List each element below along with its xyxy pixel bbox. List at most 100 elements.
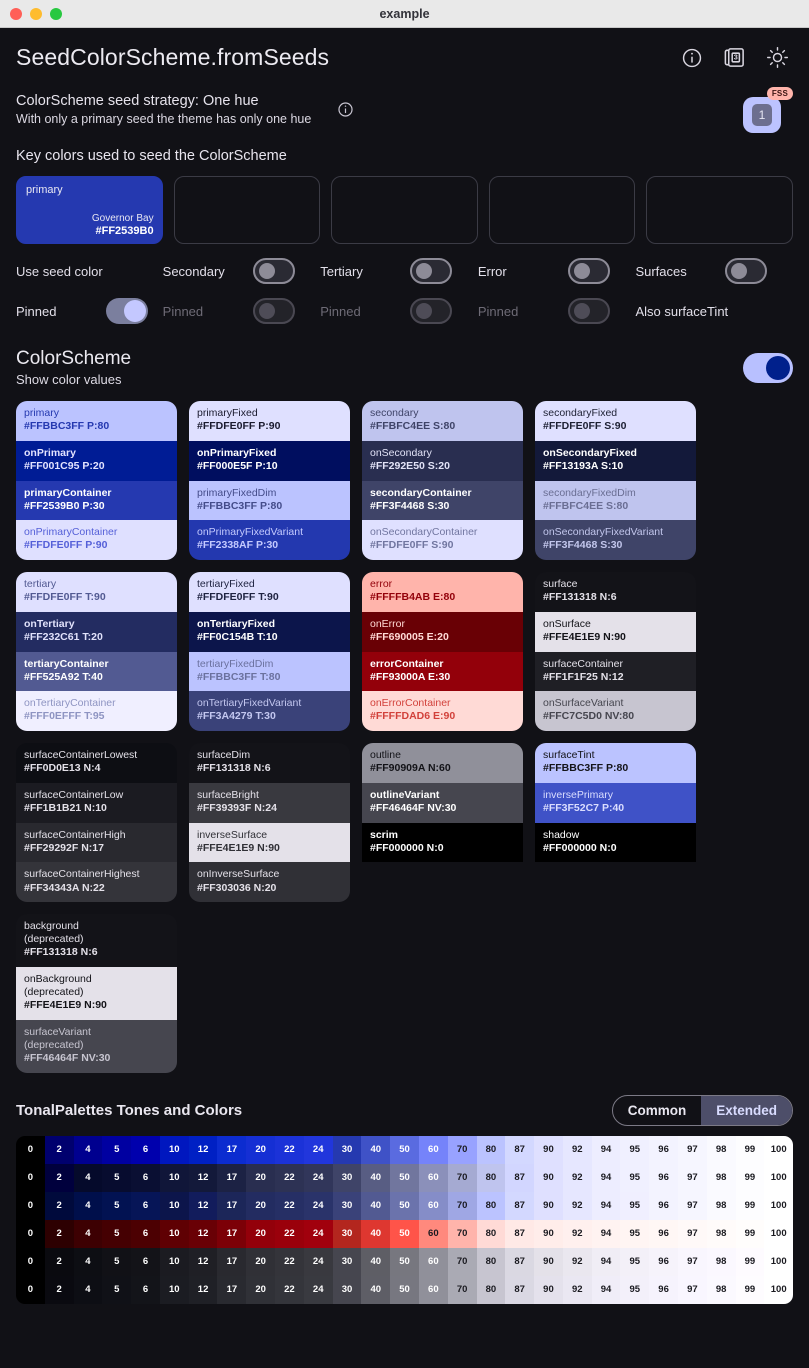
tone-cell[interactable]: 70 (447, 1247, 477, 1276)
tone-cell[interactable]: 20 (246, 1247, 276, 1276)
show-color-values-toggle[interactable] (743, 352, 793, 383)
tone-cell[interactable]: 95 (620, 1191, 650, 1220)
color-band[interactable]: primary #FFBBC3FF P:80 (16, 401, 177, 441)
tone-cell[interactable]: 90 (534, 1219, 563, 1248)
tone-cell[interactable]: 96 (649, 1275, 678, 1304)
surfacecontainer-card[interactable]: surfaceContainerLowest #FF0D0E13 N:4 surfa… (16, 743, 177, 903)
tone-cell[interactable]: 94 (591, 1135, 621, 1164)
tone-cell[interactable]: 12 (188, 1219, 218, 1248)
color-band[interactable]: tertiaryContainer #FF525A92 T:40 (16, 651, 177, 692)
tone-cell[interactable]: 22 (275, 1219, 304, 1248)
color-band[interactable]: errorContainer #FF93000A E:30 (362, 651, 523, 692)
tone-cell[interactable]: 24 (303, 1191, 333, 1220)
tone-cell[interactable]: 80 (476, 1275, 506, 1304)
color-band[interactable]: onSecondaryContainer #FFDFE0FF S:90 (362, 520, 523, 561)
tone-cell[interactable]: 92 (562, 1163, 592, 1192)
tone-cell[interactable]: 4 (73, 1219, 103, 1248)
tone-cell[interactable]: 97 (677, 1163, 707, 1192)
color-band[interactable]: surfaceTint #FFBBC3FF P:80 (535, 743, 696, 783)
tone-cell[interactable]: 98 (706, 1219, 736, 1248)
info-icon[interactable] (337, 101, 354, 123)
tone-cell[interactable]: 2 (44, 1247, 74, 1276)
tone-cell[interactable]: 30 (332, 1163, 362, 1192)
copy-3-icon[interactable]: 3 (723, 46, 746, 69)
tertiary-card[interactable]: tertiary #FFDFE0FF T:90 onTertiary #FF232C6… (16, 572, 177, 732)
tone-cell[interactable]: 96 (649, 1247, 678, 1276)
tone-cell[interactable]: 30 (332, 1135, 362, 1164)
toggle-pinned-3[interactable] (410, 298, 453, 324)
tone-cell[interactable]: 10 (159, 1163, 189, 1192)
tone-cell[interactable]: 12 (188, 1191, 218, 1220)
color-band[interactable]: onTertiaryFixedVariant #FF3A4279 T:30 (189, 691, 350, 732)
tone-cell[interactable]: 92 (562, 1219, 592, 1248)
color-band[interactable]: surfaceContainerHigh #FF29292F N:17 (16, 822, 177, 863)
tone-cell[interactable]: 5 (102, 1219, 132, 1248)
tone-cell[interactable]: 60 (418, 1191, 448, 1220)
tone-cell[interactable]: 5 (102, 1247, 132, 1276)
tone-cell[interactable]: 80 (476, 1219, 506, 1248)
tone-cell[interactable]: 60 (418, 1247, 448, 1276)
tone-cell[interactable]: 4 (73, 1163, 103, 1192)
seed-card-2[interactable] (173, 176, 321, 244)
color-band[interactable]: secondary #FFBFC4EE S:80 (362, 401, 523, 441)
color-band[interactable]: onPrimaryFixed #FF000E5F P:10 (189, 440, 350, 481)
color-band[interactable]: onSurface #FFE4E1E9 N:90 (535, 611, 696, 652)
tone-cell[interactable]: 20 (246, 1219, 276, 1248)
seed-card-3[interactable] (331, 176, 478, 244)
tone-cell[interactable]: 22 (275, 1275, 304, 1304)
color-band[interactable]: secondaryFixed #FFDFE0FF S:90 (535, 401, 696, 441)
tone-cell[interactable]: 40 (361, 1247, 391, 1276)
tone-cell[interactable]: 0 (16, 1247, 45, 1276)
tone-cell[interactable]: 92 (562, 1275, 592, 1304)
color-band[interactable]: surfaceDim #FF131318 N:6 (189, 743, 350, 783)
tone-cell[interactable]: 70 (447, 1163, 477, 1192)
tone-cell[interactable]: 12 (188, 1135, 218, 1164)
color-band[interactable]: error #FFFFB4AB E:80 (362, 572, 523, 612)
color-band[interactable]: primaryContainer #FF2539B0 P:30 (16, 480, 177, 521)
color-band[interactable]: onBackground (deprecated) #FFE4E1E9 N:90 (16, 967, 177, 1020)
color-band[interactable]: onTertiary #FF232C61 T:20 (16, 611, 177, 652)
tone-cell[interactable]: 2 (44, 1135, 74, 1164)
color-band[interactable]: background (deprecated) #FF131318 N:6 (16, 914, 177, 968)
tone-cell[interactable]: 22 (275, 1135, 304, 1164)
tone-cell[interactable]: 4 (73, 1247, 103, 1276)
tone-cell[interactable]: 100 (764, 1191, 793, 1220)
tone-cell[interactable]: 24 (303, 1247, 333, 1276)
color-band[interactable]: onPrimary #FF001C95 P:20 (16, 440, 177, 481)
tone-cell[interactable]: 99 (735, 1191, 765, 1220)
tone-cell[interactable]: 90 (534, 1275, 563, 1304)
tone-cell[interactable]: 92 (562, 1247, 592, 1276)
tone-cell[interactable]: 6 (131, 1219, 160, 1248)
tone-cell[interactable]: 87 (505, 1163, 535, 1192)
toggle-error[interactable] (567, 258, 610, 284)
color-band[interactable]: tertiaryFixed #FFDFE0FF T:90 (189, 572, 350, 612)
color-band[interactable]: onPrimaryContainer #FFDFE0FF P:90 (16, 520, 177, 561)
surfacetint-card[interactable]: surfaceTint #FFBBC3FF P:80 inversePrimary #… (535, 743, 696, 902)
tone-cell[interactable]: 100 (764, 1135, 793, 1164)
background-card[interactable]: background (deprecated) #FF131318 N:6 onBac… (16, 914, 177, 1073)
tone-cell[interactable]: 10 (159, 1247, 189, 1276)
tone-cell[interactable]: 20 (246, 1191, 276, 1220)
color-band[interactable]: scrim #FF000000 N:0 (362, 822, 523, 863)
toggle-pinned-primary[interactable] (106, 298, 148, 324)
tone-cell[interactable]: 50 (390, 1247, 419, 1276)
tone-cell[interactable]: 17 (217, 1191, 247, 1220)
tone-cell[interactable]: 0 (16, 1191, 45, 1220)
tertiaryfixed-card[interactable]: tertiaryFixed #FFDFE0FF T:90 onTertiaryFix… (189, 572, 350, 732)
seed-card-1[interactable]: primary Governor Bay #FF2539B0 (16, 176, 163, 244)
primaryfixed-card[interactable]: primaryFixed #FFDFE0FF P:90 onPrimaryFixed… (189, 401, 350, 561)
tone-cell[interactable]: 94 (591, 1163, 621, 1192)
tone-cell[interactable]: 80 (476, 1135, 506, 1164)
tone-cell[interactable]: 50 (390, 1275, 419, 1304)
color-band[interactable]: outline #FF90909A N:60 (362, 743, 523, 783)
tone-cell[interactable]: 10 (159, 1219, 189, 1248)
color-band[interactable]: shadow #FF000000 N:0 (535, 822, 696, 863)
tone-cell[interactable]: 90 (534, 1163, 563, 1192)
tone-cell[interactable]: 30 (332, 1219, 362, 1248)
tone-cell[interactable]: 98 (706, 1275, 736, 1304)
tone-cell[interactable]: 87 (505, 1219, 535, 1248)
tone-cell[interactable]: 6 (131, 1163, 160, 1192)
tone-cell[interactable]: 12 (188, 1163, 218, 1192)
tone-cell[interactable]: 6 (131, 1135, 160, 1164)
tone-cell[interactable]: 50 (390, 1163, 419, 1192)
